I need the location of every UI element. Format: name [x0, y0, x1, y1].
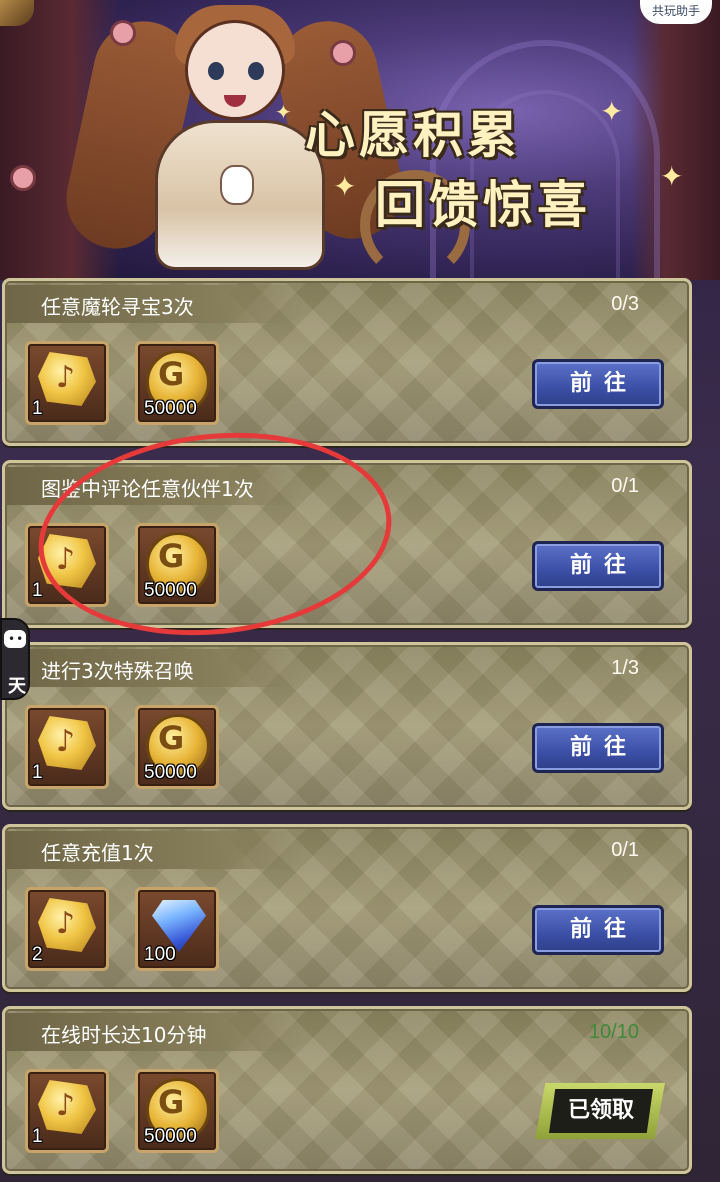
task-progress: 0/3 — [611, 293, 639, 315]
event-title-line2: 回馈惊喜 — [375, 176, 591, 234]
bunny-icon — [220, 165, 254, 205]
task-progress: 0/1 — [611, 839, 639, 861]
task-title: 任意充值1次 — [41, 841, 154, 865]
reward-rune[interactable]: ♪ 1 — [25, 341, 109, 425]
reward-rune[interactable]: ♪ 1 — [25, 1069, 109, 1153]
sparkle-icon: ✦ — [600, 95, 624, 128]
helper-button[interactable]: 共玩助手 — [640, 0, 712, 24]
sparkle-icon: ✦ — [275, 100, 292, 124]
flower-icon — [110, 20, 136, 46]
reward-diamond[interactable]: 100 — [135, 887, 219, 971]
event-banner: 心愿积累 回馈惊喜 ✦ ✦ ✦ ✦ 共玩助手 — [0, 0, 720, 280]
task-progress: 1/3 — [611, 657, 639, 679]
go-button[interactable]: 前往 — [532, 359, 664, 409]
reward-count: 1 — [32, 1126, 43, 1147]
claimed-badge: 已领取 — [535, 1083, 665, 1139]
task-title: 图鉴中评论任意伙伴1次 — [41, 477, 254, 501]
task-title: 在线时长达10分钟 — [41, 1023, 207, 1047]
task-card: 任意充值1次 0/1 ♪ 2 100 前往 — [2, 824, 692, 992]
reward-count: 2 — [32, 944, 43, 965]
task-title: 进行3次特殊召唤 — [41, 659, 194, 683]
reward-rune[interactable]: ♪ 1 — [25, 705, 109, 789]
chat-label: 天 — [8, 676, 26, 697]
claimed-label: 已领取 — [549, 1089, 653, 1133]
task-title: 任意魔轮寻宝3次 — [41, 295, 194, 319]
reward-count: 1 — [32, 762, 43, 783]
reward-coin[interactable]: G 50000 — [135, 341, 219, 425]
reward-count: 50000 — [144, 1126, 197, 1147]
reward-rune[interactable]: ♪ 2 — [25, 887, 109, 971]
go-button[interactable]: 前往 — [532, 723, 664, 773]
task-card: 任意魔轮寻宝3次 0/3 ♪ 1 G 50000 前往 — [2, 278, 692, 446]
reward-coin[interactable]: G 50000 — [135, 705, 219, 789]
reward-coin[interactable]: G 50000 — [135, 1069, 219, 1153]
reward-coin[interactable]: G 50000 — [135, 523, 219, 607]
flower-icon — [10, 165, 36, 191]
chat-icon: ••• — [4, 630, 31, 648]
task-progress: 10/10 — [588, 1021, 639, 1043]
go-button[interactable]: 前往 — [532, 905, 664, 955]
reward-count: 50000 — [144, 580, 197, 601]
flower-icon — [330, 40, 356, 66]
go-button[interactable]: 前往 — [532, 541, 664, 591]
reward-count: 100 — [144, 944, 176, 965]
task-card: 进行3次特殊召唤 1/3 ♪ 1 G 50000 前往 — [2, 642, 692, 810]
side-chat-tab[interactable]: ••• 天 — [0, 618, 31, 700]
reward-count: 50000 — [144, 398, 197, 419]
task-card: 图鉴中评论任意伙伴1次 0/1 ♪ 1 G 50000 前往 — [2, 460, 692, 628]
reward-rune[interactable]: ♪ 1 — [25, 523, 109, 607]
event-title-line1: 心愿积累 — [305, 106, 521, 164]
reward-count: 1 — [32, 580, 43, 601]
task-card: 在线时长达10分钟 10/10 ♪ 1 G 50000 已领取 — [2, 1006, 692, 1174]
reward-count: 1 — [32, 398, 43, 419]
sparkle-icon: ✦ — [660, 160, 684, 193]
task-progress: 0/1 — [611, 475, 639, 497]
reward-count: 50000 — [144, 762, 197, 783]
sparkle-icon: ✦ — [333, 170, 357, 203]
